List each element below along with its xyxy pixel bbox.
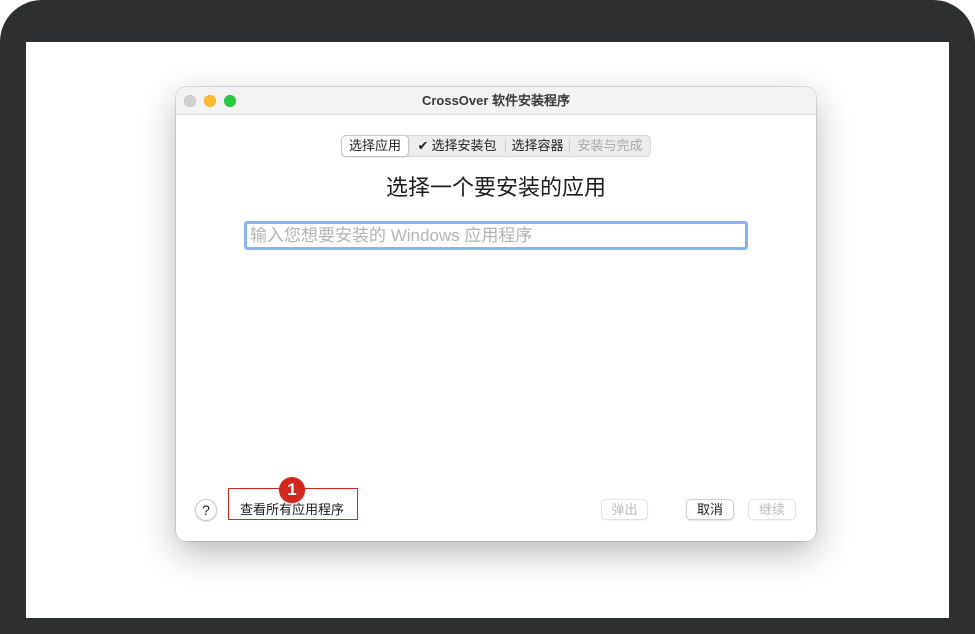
app-search-input[interactable] xyxy=(244,221,748,250)
eject-button[interactable]: 弹出 xyxy=(601,499,648,520)
step-install-finish[interactable]: 安装与完成 xyxy=(569,139,650,153)
step-label: 选择容器 xyxy=(511,138,564,153)
device-bezel: CrossOver 软件安装程序 选择应用 ✔ 选择安装包 选择容器 安装与完成 … xyxy=(0,0,975,634)
step-select-app[interactable]: 选择应用 xyxy=(341,135,409,157)
continue-button[interactable]: 继续 xyxy=(748,499,796,520)
window-title: CrossOver 软件安装程序 xyxy=(421,93,571,108)
page-title: 选择一个要安装的应用 xyxy=(385,175,606,200)
step-label: 选择应用 xyxy=(348,138,401,153)
step-segmented-control: 选择应用 ✔ 选择安装包 选择容器 安装与完成 xyxy=(341,135,651,157)
step-select-package[interactable]: ✔ 选择安装包 xyxy=(409,136,505,156)
cancel-button[interactable]: 取消 xyxy=(686,499,734,520)
annotation-step-badge: 1 xyxy=(279,477,305,503)
step-select-bottle[interactable]: 选择容器 xyxy=(505,139,569,153)
title-bar[interactable]: CrossOver 软件安装程序 xyxy=(176,87,816,115)
screen: CrossOver 软件安装程序 选择应用 ✔ 选择安装包 选择容器 安装与完成 … xyxy=(26,42,949,618)
help-button[interactable]: ? xyxy=(195,499,217,521)
step-label: 选择安装包 xyxy=(431,138,497,153)
step-label: 安装与完成 xyxy=(577,138,643,153)
checkmark-icon: ✔ xyxy=(417,138,429,153)
installer-window: CrossOver 软件安装程序 选择应用 ✔ 选择安装包 选择容器 安装与完成 … xyxy=(176,87,816,541)
